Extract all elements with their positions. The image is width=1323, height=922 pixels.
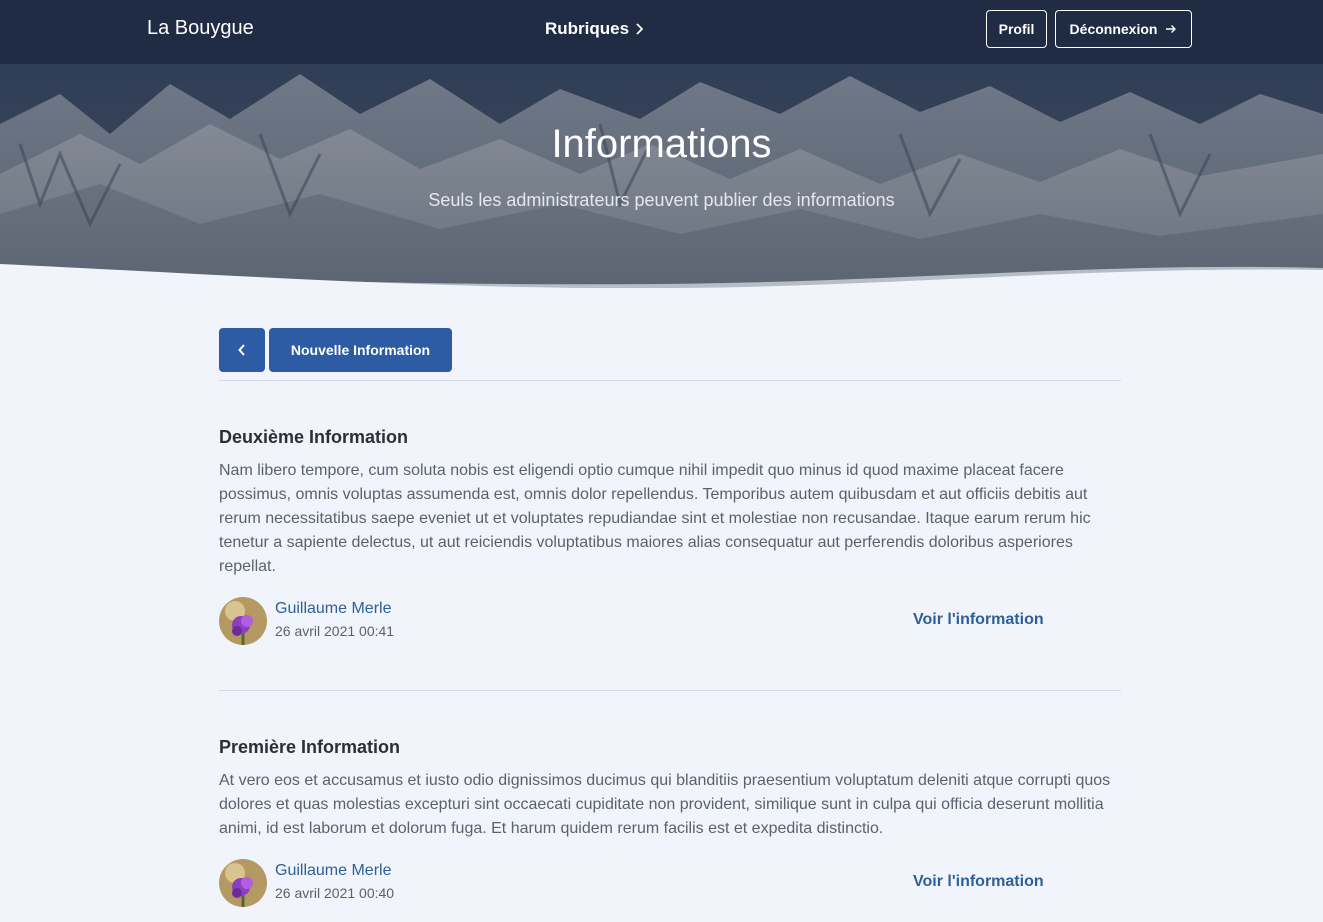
author-name[interactable]: Guillaume Merle xyxy=(275,600,391,618)
logout-button[interactable]: Déconnexion xyxy=(1055,10,1192,48)
post-date: 26 avril 2021 00:41 xyxy=(275,623,395,639)
author-avatar[interactable] xyxy=(219,859,267,907)
chevron-right-icon xyxy=(636,23,644,35)
author-avatar[interactable] xyxy=(219,597,267,645)
information-title: Première Information xyxy=(219,737,401,757)
toolbar: Nouvelle Information xyxy=(219,328,452,372)
flower-photo-icon xyxy=(219,597,267,645)
flower-photo-icon xyxy=(219,859,267,907)
mountain-background-image xyxy=(0,64,1323,288)
new-information-label: Nouvelle Information xyxy=(290,342,431,358)
information-item: Deuxième Information Nam libero tempore,… xyxy=(219,427,1121,647)
information-meta: Guillaume Merle 26 avril 2021 00:41 Voir… xyxy=(219,597,1121,647)
logout-label: Déconnexion xyxy=(1069,21,1158,37)
divider xyxy=(219,690,1121,691)
profil-button[interactable]: Profil xyxy=(986,10,1047,48)
divider xyxy=(219,380,1121,381)
back-button[interactable] xyxy=(219,328,265,372)
information-body: At vero eos et accusamus et iusto odio d… xyxy=(219,772,1111,837)
brand-logo[interactable]: La Bouygue xyxy=(147,17,254,40)
information-meta: Guillaume Merle 26 avril 2021 00:40 Voir… xyxy=(219,859,1121,909)
information-item: Première Information At vero eos et accu… xyxy=(219,737,1121,909)
top-navbar: La Bouygue Rubriques Profil Déconnexion xyxy=(0,0,1323,64)
author-name[interactable]: Guillaume Merle xyxy=(275,862,391,880)
view-information-link[interactable]: Voir l'information xyxy=(913,611,1044,629)
rubriques-menu[interactable]: Rubriques xyxy=(545,19,644,39)
new-information-button[interactable]: Nouvelle Information xyxy=(269,328,452,372)
arrow-right-icon xyxy=(1166,25,1177,33)
information-title: Deuxième Information xyxy=(219,427,409,447)
view-information-link[interactable]: Voir l'information xyxy=(913,873,1044,891)
chevron-left-icon xyxy=(238,344,245,356)
page-title: Informations xyxy=(551,122,772,166)
rubriques-label: Rubriques xyxy=(545,19,630,38)
post-date: 26 avril 2021 00:40 xyxy=(275,885,395,901)
information-body: Nam libero tempore, cum soluta nobis est… xyxy=(219,462,1091,575)
profil-label: Profil xyxy=(998,21,1035,37)
page-subtitle: Seuls les administrateurs peuvent publie… xyxy=(428,190,895,210)
hero-banner: Informations Seuls les administrateurs p… xyxy=(0,64,1323,288)
